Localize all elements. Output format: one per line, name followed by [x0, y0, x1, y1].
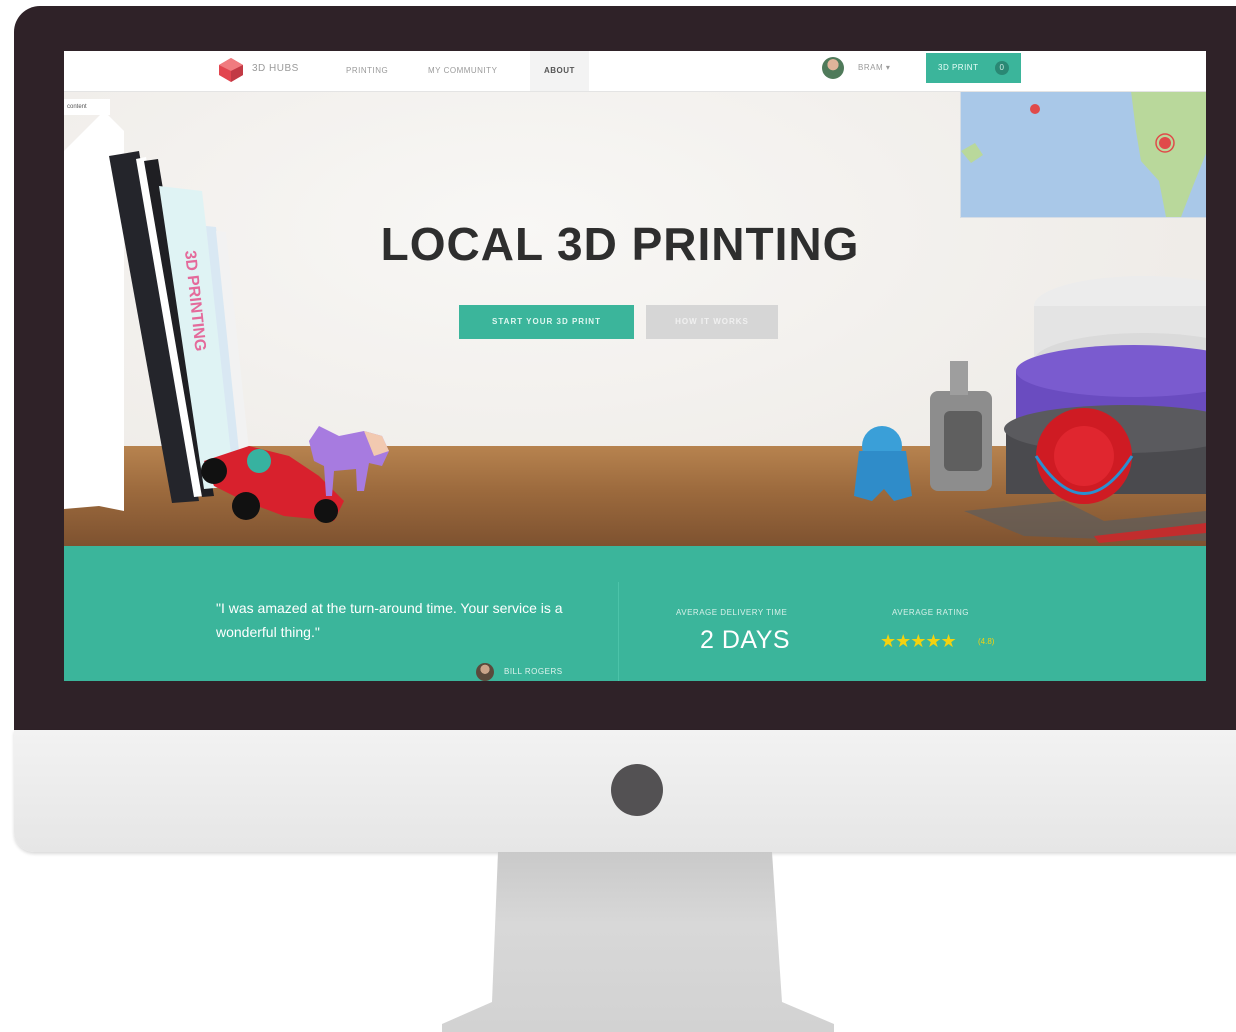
logo-text[interactable]: 3D HUBS: [252, 63, 299, 74]
rating-value: (4.8): [978, 637, 995, 646]
how-it-works-button[interactable]: HOW IT WORKS: [646, 305, 778, 339]
strip-divider: [618, 582, 619, 681]
hero-section: 3D PRINTING content LOCAL 3D PRINTING ST…: [64, 91, 1206, 546]
rating-stars-icon: ★★★★★: [880, 631, 957, 651]
testimonial-strip: "I was amazed at the turn-around time. Y…: [64, 546, 1206, 681]
delivery-time-value: 2 DAYS: [700, 626, 791, 654]
user-menu[interactable]: BRAM ▾: [858, 63, 890, 72]
cart-count-badge: 0: [995, 61, 1009, 75]
testimonial-quote: "I was amazed at the turn-around time. Y…: [216, 600, 563, 640]
map-pin-icon: [1159, 137, 1171, 149]
author-avatar: [476, 663, 494, 681]
nav-item-printing[interactable]: PRINTING: [346, 51, 388, 91]
community-map[interactable]: [960, 91, 1206, 218]
testimonial-author: BILL ROGERS: [504, 667, 563, 676]
car-wheel: [201, 458, 227, 484]
nav-item-my-community[interactable]: MY COMMUNITY: [428, 51, 497, 91]
monitor-screen: 3D HUBS PRINTING MY COMMUNITY ABOUT BRAM…: [64, 51, 1206, 681]
start-3d-print-button[interactable]: START YOUR 3D PRINT: [459, 305, 634, 339]
side-tab[interactable]: content: [64, 99, 110, 115]
rating-label: AVERAGE RATING: [892, 608, 969, 617]
map-land: [1131, 91, 1206, 217]
top-navbar: 3D HUBS PRINTING MY COMMUNITY ABOUT BRAM…: [64, 51, 1206, 92]
nav-item-about[interactable]: ABOUT: [530, 51, 589, 91]
monitor-logo-dot: [611, 764, 663, 816]
blue-figurine-body: [854, 451, 912, 501]
user-avatar[interactable]: [822, 57, 844, 79]
3d-print-button[interactable]: 3D PRINT 0: [926, 53, 1021, 83]
3d-hubs-logo-icon[interactable]: [216, 56, 246, 84]
3d-print-button-label: 3D PRINT: [938, 63, 979, 72]
car-driver: [247, 449, 271, 473]
monitor-stand: [442, 852, 834, 1032]
car-wheel: [232, 492, 260, 520]
delivery-time-label: AVERAGE DELIVERY TIME: [676, 608, 788, 617]
map-pin-icon: [1030, 104, 1040, 114]
grey-part-neck: [950, 361, 968, 395]
hero-title: LOCAL 3D PRINTING: [380, 218, 860, 270]
car-wheel: [314, 499, 338, 523]
